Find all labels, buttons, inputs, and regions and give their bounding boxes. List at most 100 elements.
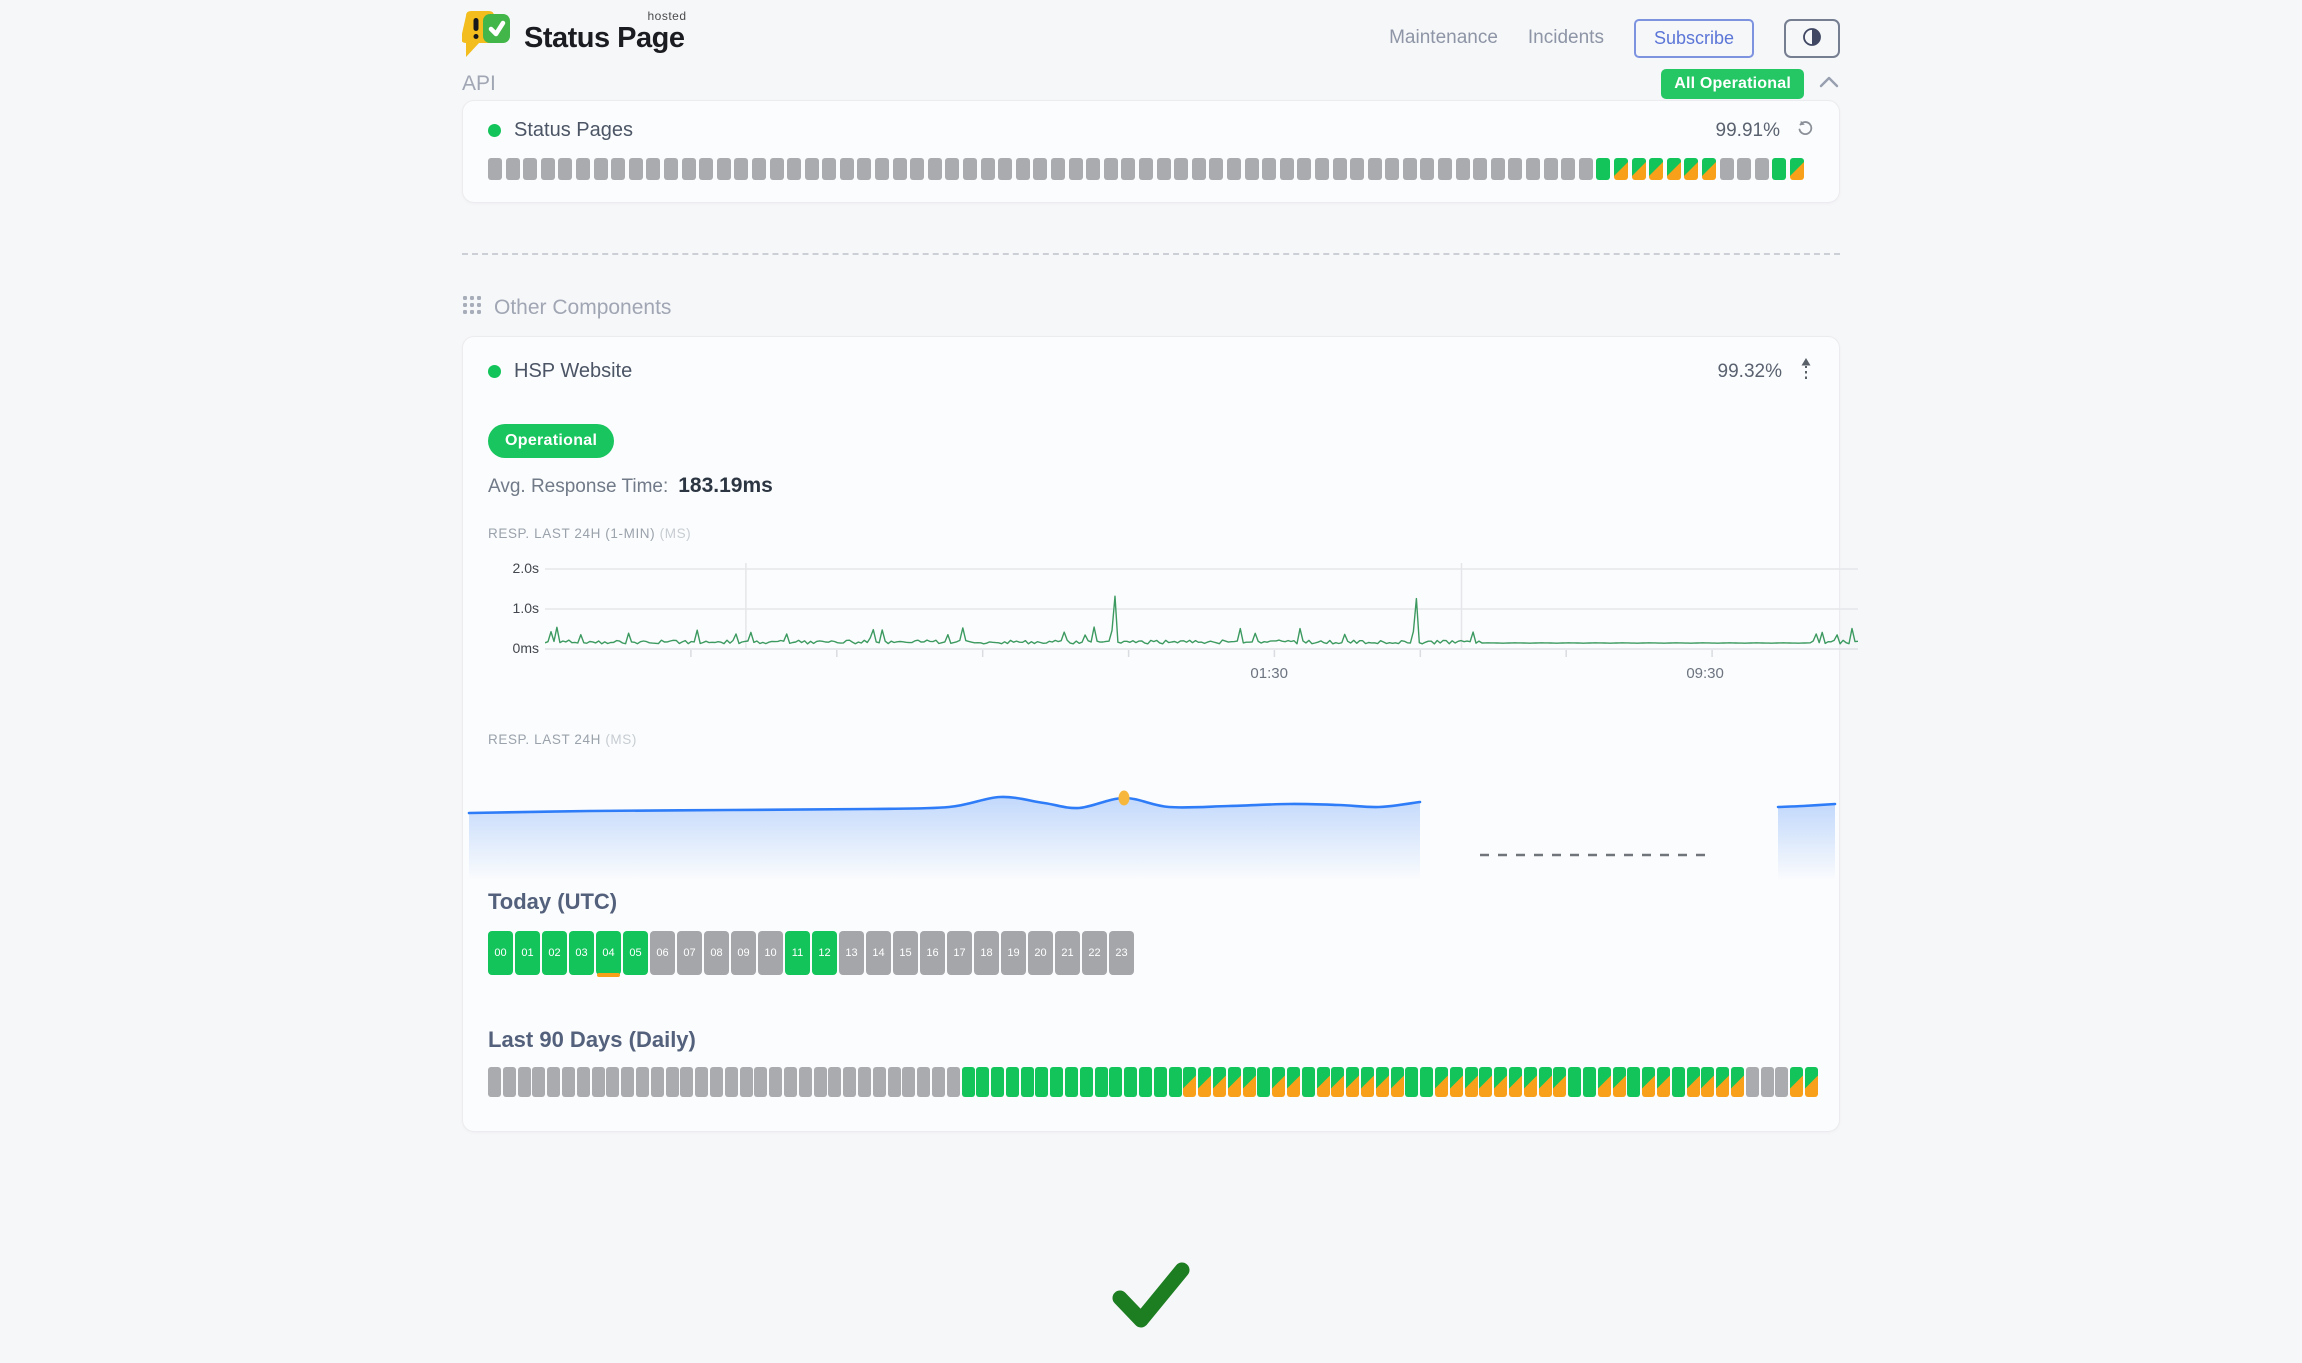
day-bar — [651, 1067, 664, 1097]
hour-block: 11 — [785, 931, 810, 975]
day-bar — [488, 1067, 501, 1097]
uptime-bar — [1596, 158, 1610, 180]
hour-block: 15 — [893, 931, 918, 975]
uptime-bar — [1192, 158, 1206, 180]
response-trend-chart — [463, 781, 1839, 881]
day-bar — [1761, 1067, 1774, 1097]
operational-status-badge: Operational — [488, 424, 614, 458]
hour-block: 03 — [569, 931, 594, 975]
uptime-bar — [945, 158, 959, 180]
incidents-footer: No recent incidents To view all past inc… — [462, 1260, 1840, 1363]
day-bar — [1509, 1067, 1522, 1097]
hour-block: 05 — [623, 931, 648, 975]
uptime-bar — [558, 158, 572, 180]
hsp-website-card: HSP Website 99.32% Operational Avg. Res — [462, 336, 1840, 1132]
nav-incidents[interactable]: Incidents — [1528, 27, 1604, 49]
refresh-icon[interactable] — [1796, 119, 1814, 142]
logo-title: Status Page hosted — [524, 22, 685, 55]
day-bar — [1331, 1067, 1344, 1097]
uptime-bar — [1737, 158, 1751, 180]
uptime-bar — [1579, 158, 1593, 180]
nav-maintenance[interactable]: Maintenance — [1389, 27, 1498, 49]
dashed-separator — [462, 253, 1840, 255]
hour-block: 23 — [1109, 931, 1134, 975]
last-90-days-label: Last 90 Days (Daily) — [463, 1027, 1839, 1053]
day-bar — [1139, 1067, 1152, 1097]
arrow-up-icon[interactable] — [1798, 357, 1814, 386]
uptime-bar — [1368, 158, 1382, 180]
status-page: Status Page hosted Maintenance Incidents… — [0, 0, 2302, 1363]
resp-1min-caption: RESP. LAST 24H (1-MIN) (MS) — [463, 526, 1839, 541]
uptime-bar — [646, 158, 660, 180]
status-dot — [488, 365, 501, 378]
day-bar — [1494, 1067, 1507, 1097]
day-bar — [843, 1067, 856, 1097]
uptime-bar — [1033, 158, 1047, 180]
uptime-percentage: 99.32% — [1718, 361, 1782, 383]
day-bar — [1124, 1067, 1137, 1097]
uptime-bar — [1333, 158, 1347, 180]
day-bar — [1657, 1067, 1670, 1097]
uptime-bar — [998, 158, 1012, 180]
day-bar — [1583, 1067, 1596, 1097]
uptime-bar — [1667, 158, 1681, 180]
day-bar — [725, 1067, 738, 1097]
day-bar — [562, 1067, 575, 1097]
uptime-bar — [611, 158, 625, 180]
day-bar — [1435, 1067, 1448, 1097]
component-name: Status Pages — [514, 119, 633, 142]
day-bar — [932, 1067, 945, 1097]
day-bar — [1257, 1067, 1270, 1097]
uptime-bar — [1473, 158, 1487, 180]
day-bar — [710, 1067, 723, 1097]
today-hour-blocks: 0001020304050607080910111213141516171819… — [463, 931, 1839, 975]
day-bar — [1021, 1067, 1034, 1097]
day-bar — [666, 1067, 679, 1097]
uptime-bar — [1614, 158, 1628, 180]
uptime-bar — [1280, 158, 1294, 180]
logo[interactable]: Status Page hosted — [462, 10, 685, 67]
section-title-other-components: Other Components — [494, 296, 671, 320]
theme-toggle-button[interactable] — [1784, 19, 1840, 58]
day-bar — [754, 1067, 767, 1097]
day-bar — [962, 1067, 975, 1097]
day-bar — [636, 1067, 649, 1097]
day-bar — [1391, 1067, 1404, 1097]
hour-block: 01 — [515, 931, 540, 975]
check-icon — [1110, 1319, 1192, 1336]
uptime-bar — [1262, 158, 1276, 180]
hour-block: 09 — [731, 931, 756, 975]
resp-24h-caption: RESP. LAST 24H (MS) — [463, 732, 1839, 747]
day-bar — [577, 1067, 590, 1097]
day-bar — [976, 1067, 989, 1097]
day-bar — [1272, 1067, 1285, 1097]
day-bar — [1479, 1067, 1492, 1097]
uptime-bar — [1772, 158, 1786, 180]
uptime-bar — [770, 158, 784, 180]
chevron-up-icon[interactable] — [1818, 75, 1840, 94]
day-bar — [592, 1067, 605, 1097]
uptime-bar — [1456, 158, 1470, 180]
day-bar — [1317, 1067, 1330, 1097]
day-bar — [1080, 1067, 1093, 1097]
day-bar — [1228, 1067, 1241, 1097]
uptime-bar — [682, 158, 696, 180]
uptime-bar — [1086, 158, 1100, 180]
uptime-bar — [629, 158, 643, 180]
hour-block: 22 — [1082, 931, 1107, 975]
hour-block: 21 — [1055, 931, 1080, 975]
uptime-percentage: 99.91% — [1716, 120, 1780, 142]
hour-block: 00 — [488, 931, 513, 975]
subscribe-button[interactable]: Subscribe — [1634, 19, 1754, 58]
hour-block: 14 — [866, 931, 891, 975]
day-bar — [1731, 1067, 1744, 1097]
day-bar — [1613, 1067, 1626, 1097]
day-bar — [1642, 1067, 1655, 1097]
day-bar — [1376, 1067, 1389, 1097]
day-bar — [873, 1067, 886, 1097]
day-bar — [1213, 1067, 1226, 1097]
y-axis-tick: 0ms — [493, 640, 539, 656]
header-nav: Maintenance Incidents Subscribe — [1389, 19, 1840, 58]
day-bar — [680, 1067, 693, 1097]
day-bar — [1198, 1067, 1211, 1097]
